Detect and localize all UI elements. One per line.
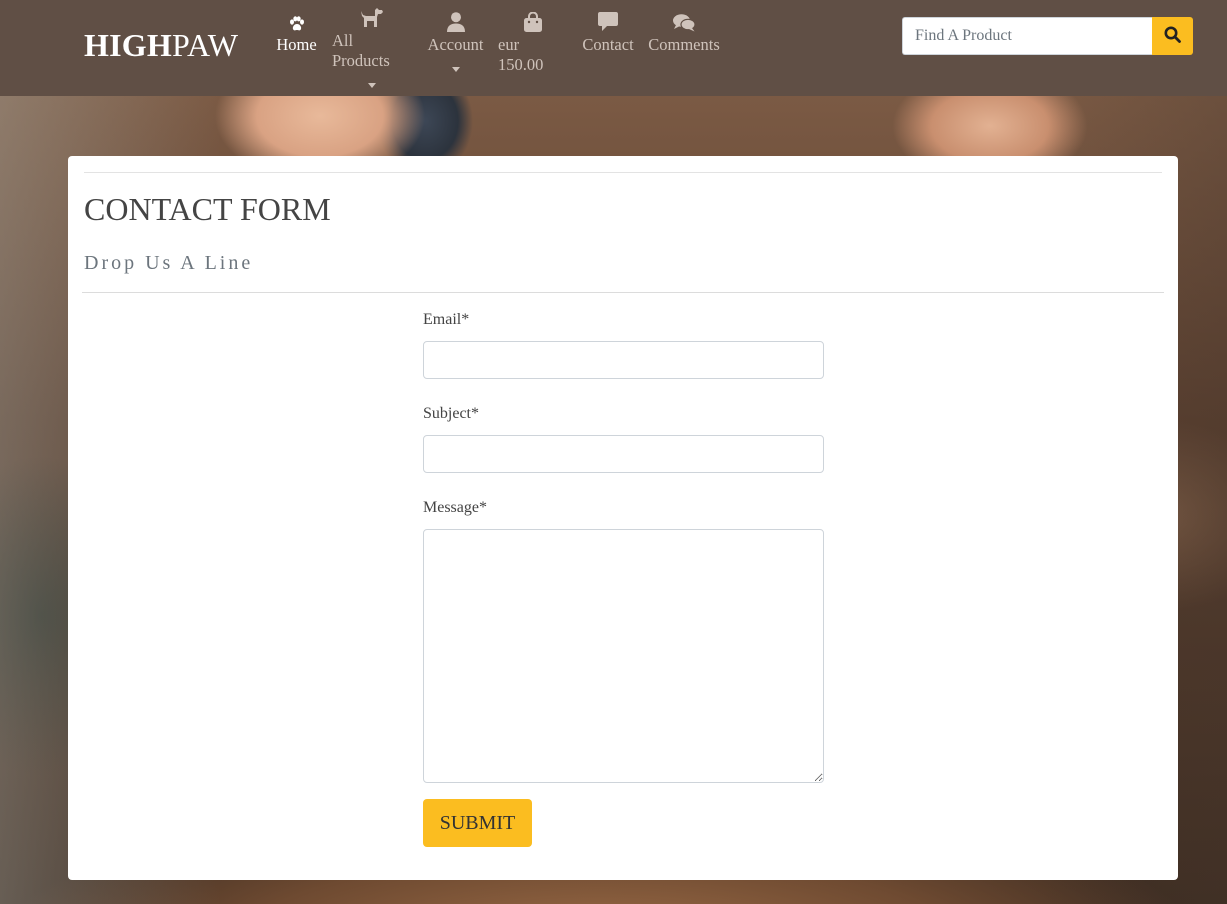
shopping-bag-icon — [524, 8, 542, 32]
email-field[interactable] — [423, 341, 824, 379]
search-input[interactable] — [902, 17, 1152, 55]
brand-logo-light: PAW — [171, 27, 239, 63]
nav-item-contact[interactable]: Contact — [582, 8, 634, 78]
nav-item-comments[interactable]: Comments — [648, 8, 720, 78]
contact-form: Email* Subject* Message* SUBMIT — [423, 308, 824, 847]
nav-item-home[interactable]: Home — [276, 8, 317, 78]
chevron-down-icon — [451, 67, 460, 72]
nav-item-all-products[interactable]: All Products — [332, 8, 412, 88]
message-label: Message* — [423, 499, 487, 516]
search-form — [902, 17, 1193, 55]
subject-label: Subject* — [423, 405, 479, 422]
nav-label-contact: Contact — [582, 35, 634, 54]
divider — [84, 172, 1162, 173]
nav-label-all-products: All Products — [332, 31, 390, 70]
submit-button[interactable]: SUBMIT — [423, 799, 532, 847]
contact-card: CONTACT FORM Drop Us A Line Email* Subje… — [68, 156, 1178, 880]
comment-icon — [598, 8, 618, 32]
user-icon — [446, 8, 465, 32]
nav-label-account: Account — [427, 35, 484, 54]
page-subtitle: Drop Us A Line — [84, 252, 254, 274]
page-title: CONTACT FORM — [84, 191, 331, 227]
email-label: Email* — [423, 311, 470, 328]
navbar: HIGHPAW Home All Products Account eur 15… — [0, 0, 1227, 96]
nav-label-comments: Comments — [648, 35, 720, 54]
nav-label-basket-total: eur 150.00 — [498, 35, 544, 74]
comments-icon — [673, 8, 695, 32]
message-field[interactable] — [423, 529, 824, 783]
dog-icon — [360, 8, 384, 28]
chevron-down-icon — [368, 83, 376, 88]
nav-item-basket[interactable]: eur 150.00 — [498, 8, 568, 78]
search-button[interactable] — [1152, 17, 1193, 55]
brand-logo[interactable]: HIGHPAW — [84, 27, 238, 64]
divider — [82, 292, 1164, 293]
nav-label-home: Home — [276, 35, 317, 54]
brand-logo-bold: HIGH — [84, 27, 172, 63]
search-icon — [1164, 26, 1181, 46]
paw-icon — [288, 8, 306, 32]
nav-item-account[interactable]: Account — [428, 8, 483, 78]
subject-field[interactable] — [423, 435, 824, 473]
